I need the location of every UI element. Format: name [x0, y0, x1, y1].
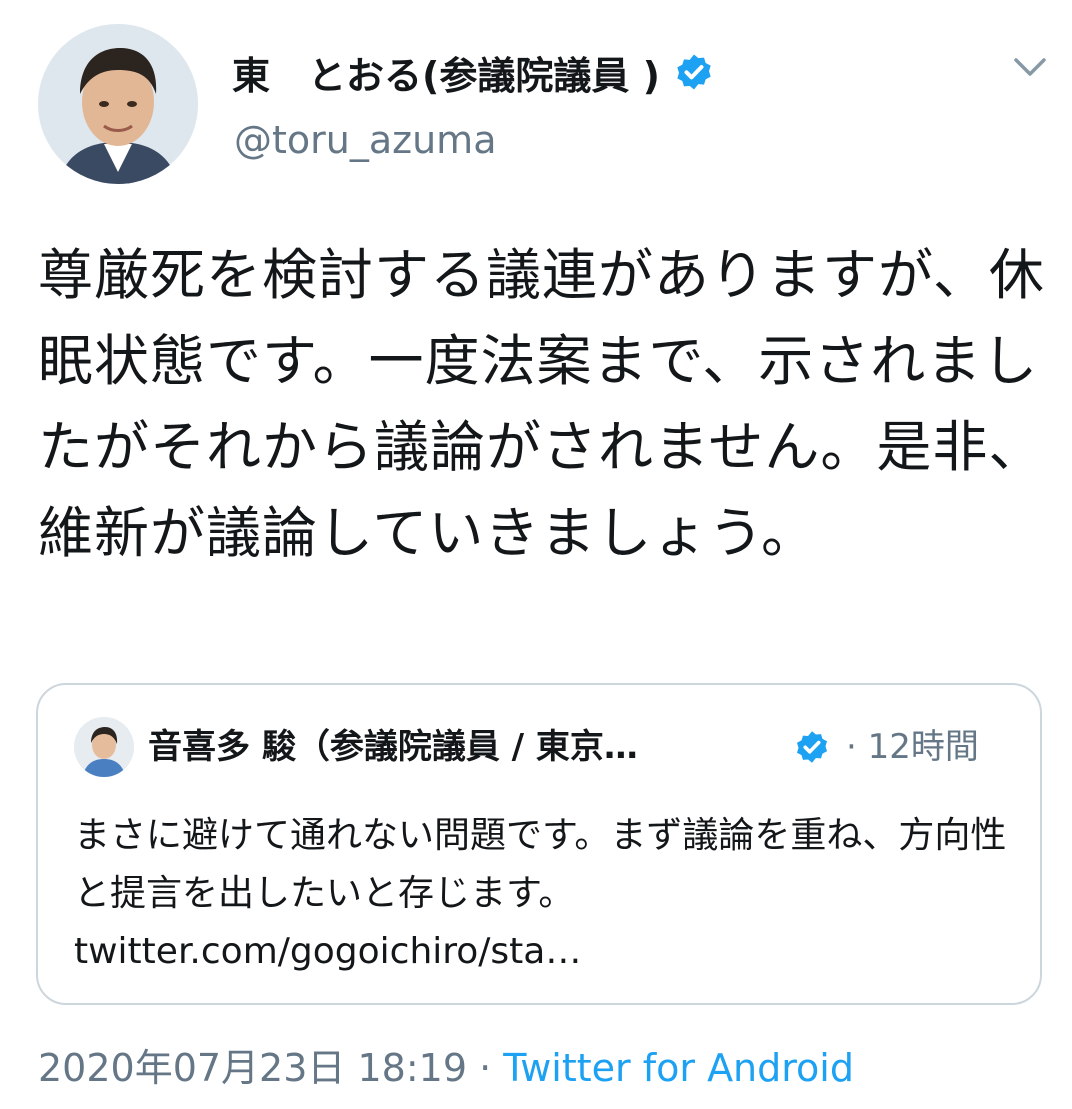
- avatar-photo-icon: [38, 24, 198, 184]
- author-avatar[interactable]: [38, 24, 198, 184]
- quoted-tweet-text: まさに避けて通れない問題です。まず議論を重ね、方向性と提言を出したいと存じます。…: [74, 807, 1014, 981]
- quoted-tweet-link[interactable]: twitter.com/gogoichiro/sta…: [74, 923, 1014, 981]
- tweet-timestamp[interactable]: 2020年07月23日 18:19: [38, 1046, 467, 1090]
- quoted-tweet-body: まさに避けて通れない問題です。まず議論を重ね、方向性と提言を出したいと存じます。: [74, 815, 1007, 914]
- quoted-tweet[interactable]: 音喜多 駿（参議院議員 / 東京… · 12時間 まさに避けて通れない問題です。…: [36, 683, 1042, 1005]
- quoted-tweet-time: · 12時間: [846, 721, 979, 773]
- tweet-text: 尊厳死を検討する議連がありますが、休眠状態です。一度法案まで、示されましたがそれ…: [38, 243, 1045, 565]
- quoted-author-avatar: [74, 717, 134, 777]
- author-name-row: 東 とおる(参議院議員 ): [232, 44, 714, 100]
- verified-badge-icon: [674, 52, 714, 92]
- quoted-time-separator: ·: [846, 727, 857, 767]
- author-display-name[interactable]: 東 とおる(参議院議員 ): [232, 45, 660, 100]
- meta-separator: ·: [479, 1046, 492, 1090]
- author-handle[interactable]: @toru_azuma: [234, 118, 496, 162]
- quoted-author-display-name: 音喜多 駿（参議院議員 / 東京…: [148, 727, 638, 767]
- quoted-time-value: 12時間: [867, 727, 979, 767]
- quoted-verified-badge-icon: [794, 729, 830, 765]
- chevron-down-icon[interactable]: [1008, 48, 1052, 88]
- quoted-avatar-photo-icon: [74, 717, 134, 777]
- tweet-detail: 東 とおる(参議院議員 ) @toru_azuma 尊厳死を検討する議連がありま…: [0, 0, 1072, 1109]
- tweet-source-link[interactable]: Twitter for Android: [503, 1046, 854, 1090]
- tweet-meta: 2020年07月23日 18:19 · Twitter for Android: [38, 1040, 854, 1096]
